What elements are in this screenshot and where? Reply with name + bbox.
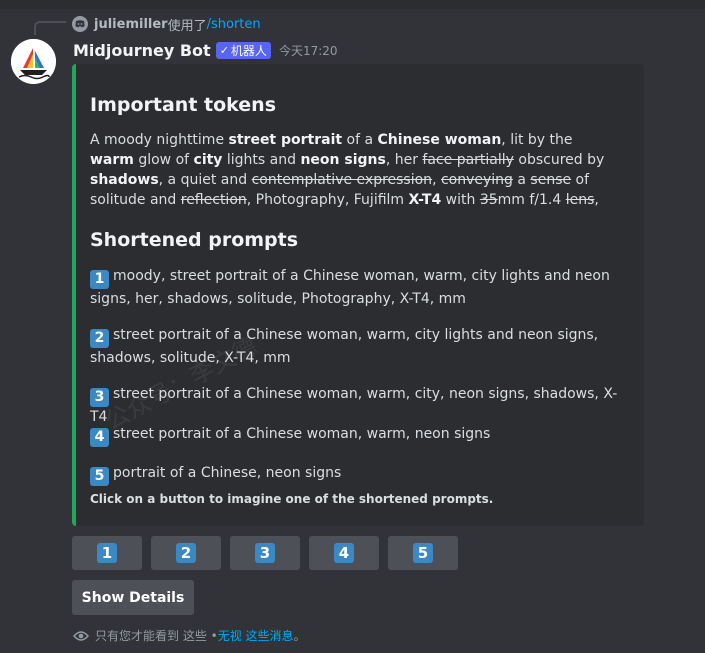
keycap-1-icon: 1 — [97, 543, 117, 563]
midjourney-logo-icon — [11, 39, 56, 84]
token-normal: obscured by — [513, 152, 605, 168]
token-bold: neon signs — [300, 152, 386, 168]
verified-check-icon: ✓ — [219, 43, 229, 57]
token-bold: street portrait — [228, 132, 343, 148]
token-normal: , Photography, Fujifilm — [246, 192, 409, 208]
keycap-2-icon: 2 — [90, 329, 109, 348]
tokens-description: A moody nighttime street portrait of a C… — [90, 130, 620, 210]
imagine-2-button[interactable]: 2 — [151, 536, 221, 570]
show-details-button[interactable]: Show Details — [72, 580, 194, 615]
imagine-5-button[interactable]: 5 — [388, 536, 458, 570]
token-normal: , lit by the — [501, 132, 573, 148]
token-strike: reflection — [180, 192, 247, 208]
token-bold: Chinese woman — [377, 132, 502, 148]
message-header: Midjourney Bot ✓ 机器人 今天17:20 — [73, 38, 338, 62]
token-bold: city — [193, 152, 223, 168]
reply-command[interactable]: /shorten — [207, 17, 261, 32]
token-strike: contemplative expression — [251, 172, 433, 188]
dismiss-link[interactable]: 无视 这些消息 — [218, 627, 294, 644]
token-strike: lens — [565, 192, 595, 208]
ephemeral-suffix: 。 — [293, 629, 306, 643]
prompt-item: 1 moody, street portrait of a Chinese wom… — [90, 266, 620, 309]
token-normal: , — [432, 172, 441, 188]
token-normal: glow of — [133, 152, 194, 168]
keycap-5-icon: 5 — [413, 543, 433, 563]
imagine-1-button[interactable]: 1 — [72, 536, 142, 570]
prompt-item: 5 portrait of a Chinese, neon signs — [90, 463, 620, 486]
token-strike: conveying — [440, 172, 513, 188]
eye-icon — [73, 630, 89, 642]
prompt-text: street portrait of a Chinese woman, warm… — [113, 426, 491, 442]
token-normal: lights and — [222, 152, 301, 168]
keycap-1-icon: 1 — [90, 270, 109, 289]
prompt-text: moody, street portrait of a Chinese woma… — [90, 268, 610, 307]
embed-title-tokens: Important tokens — [90, 94, 277, 116]
embed-footer: Click on a button to imagine one of the … — [90, 492, 494, 506]
token-strike: sense — [530, 172, 572, 188]
token-bold: X-T4 — [408, 192, 442, 208]
ephemeral-notice: 只有您才能看到 这些 • 无视 这些消息 。 — [73, 627, 306, 644]
token-strike: face partially — [422, 152, 514, 168]
avatar[interactable] — [11, 39, 56, 84]
prompt-text: street portrait of a Chinese woman, warm… — [90, 327, 599, 366]
keycap-3-icon: 3 — [90, 388, 109, 407]
embed: 公众号：李文德 Important tokens A moody nightti… — [72, 64, 644, 526]
keycap-3-icon: 3 — [255, 543, 275, 563]
token-normal: with — [441, 192, 480, 208]
ephemeral-text: 只有您才能看到 这些 • — [95, 629, 218, 643]
token-normal: , her — [385, 152, 423, 168]
reply-username[interactable]: juliemiller — [94, 17, 168, 32]
token-normal: a — [512, 172, 531, 188]
button-row: 1 2 3 4 5 — [72, 536, 458, 570]
token-bold: warm — [90, 152, 134, 168]
bot-tag-label: 机器人 — [230, 43, 267, 58]
token-normal: , — [594, 192, 599, 208]
imagine-4-button[interactable]: 4 — [309, 536, 379, 570]
prompt-item: 4 street portrait of a Chinese woman, war… — [90, 424, 620, 447]
author-name[interactable]: Midjourney Bot — [73, 41, 211, 60]
keycap-4-icon: 4 — [334, 543, 354, 563]
token-strike: 35 — [479, 192, 498, 208]
timestamp: 今天17:20 — [278, 43, 338, 58]
keycap-4-icon: 4 — [90, 428, 109, 447]
token-normal: of a — [342, 132, 378, 148]
embed-title-shortened: Shortened prompts — [90, 229, 299, 251]
token-normal: A moody nighttime — [90, 132, 229, 148]
token-bold: shadows — [90, 172, 159, 188]
keycap-2-icon: 2 — [176, 543, 196, 563]
token-normal: mm f/1.4 — [497, 192, 566, 208]
imagine-3-button[interactable]: 3 — [230, 536, 300, 570]
keycap-5-icon: 5 — [90, 467, 109, 486]
reply-spine — [34, 21, 66, 35]
prompt-text: street portrait of a Chinese woman, warm… — [90, 386, 618, 425]
reply-reference[interactable]: juliemiller 使用了 /shorten — [72, 14, 261, 34]
prompt-text: portrait of a Chinese, neon signs — [113, 465, 342, 481]
bot-tag: ✓ 机器人 — [215, 41, 271, 59]
top-strip — [0, 0, 705, 9]
reply-used-text: 使用了 — [167, 18, 207, 34]
prompt-item: 3 street portrait of a Chinese woman, war… — [90, 384, 620, 427]
token-normal: , a quiet and — [158, 172, 252, 188]
discord-icon — [72, 16, 88, 32]
prompt-item: 2 street portrait of a Chinese woman, war… — [90, 325, 620, 368]
